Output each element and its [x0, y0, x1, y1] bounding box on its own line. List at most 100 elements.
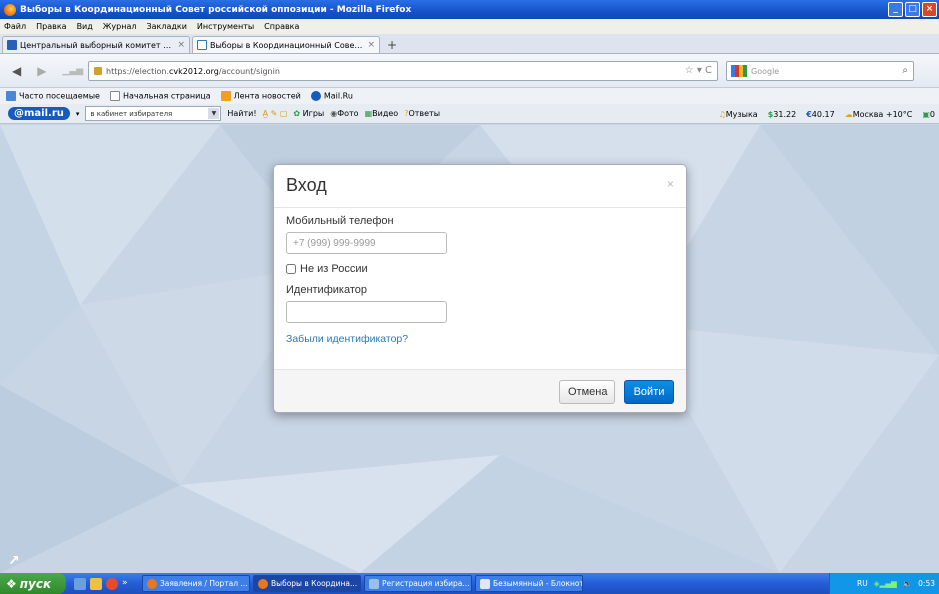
- bookmark-mailru[interactable]: Mail.Ru: [310, 91, 353, 101]
- maximize-icon[interactable]: □: [905, 2, 920, 17]
- menu-view[interactable]: Вид: [77, 22, 93, 31]
- tab-cvk[interactable]: Центральный выборный комитет выб... ×: [2, 36, 190, 53]
- toolbar-link-answers[interactable]: ?Ответы: [404, 109, 440, 118]
- tab-elections[interactable]: Выборы в Координационный Совет ро... ×: [192, 36, 380, 53]
- expand-arrow-icon[interactable]: ↗: [8, 553, 20, 569]
- bookmark-most-visited[interactable]: Часто посещаемые: [6, 91, 100, 101]
- page-icon: [109, 91, 120, 101]
- network-icon[interactable]: ◈▂▄▆: [874, 579, 897, 588]
- reload-icon[interactable]: ☆ ▾ C: [685, 65, 712, 76]
- mailru-informers: ♫Музыка $31.22 €40.17 ☁Москва +10°C ▣0: [719, 104, 935, 124]
- tab-label: Центральный выборный комитет выб...: [20, 40, 175, 50]
- toolbar-link-games[interactable]: ✿ Игры: [293, 109, 324, 118]
- firefox-icon: [147, 578, 157, 589]
- highlight-icon[interactable]: A̲ ✎ ▢: [263, 109, 288, 118]
- cvk-favicon-icon: [7, 40, 17, 50]
- url-host: https://election.: [106, 66, 170, 76]
- search-value: в кабинет избирателя: [90, 109, 173, 118]
- desktop-icon[interactable]: [74, 577, 86, 590]
- mailru-logo[interactable]: @mail.ru: [8, 107, 70, 120]
- bookmark-icon: [6, 91, 16, 101]
- task-label: Заявления / Портал ...: [160, 579, 248, 588]
- mailru-search-input[interactable]: в кабинет избирателя ▼: [85, 106, 222, 121]
- navigation-bar: ◀ ▶ ▁▃▅ https://election. cvk2012.org/acc…: [0, 54, 939, 88]
- music-link[interactable]: ♫Музыка: [719, 110, 758, 119]
- window-titlebar: Выборы в Координационный Совет российско…: [0, 0, 939, 19]
- toolbar-link-video[interactable]: ▦Видео: [365, 109, 399, 118]
- modal-body: Мобильный телефон Не из России Идентифик…: [286, 215, 676, 345]
- menu-help[interactable]: Справка: [264, 22, 299, 31]
- browser-icon[interactable]: [106, 577, 118, 590]
- modal-header: Вход ×: [274, 165, 686, 208]
- notepad-icon: [480, 578, 490, 589]
- tab-close-icon[interactable]: ×: [177, 40, 185, 50]
- taskbar: ❖ пуск » Заявления / Портал ... Выборы в…: [0, 573, 939, 594]
- task-elections[interactable]: Выборы в Координа...: [253, 575, 361, 592]
- eur-rate[interactable]: €40.17: [806, 110, 834, 119]
- menu-tools[interactable]: Инструменты: [197, 22, 254, 31]
- chevron-down-icon[interactable]: ▼: [208, 108, 220, 119]
- windows-logo-icon: ❖: [6, 576, 17, 591]
- bookmark-start-page[interactable]: Начальная страница: [109, 91, 211, 101]
- page-content: Вход × Мобильный телефон Не из России Ид…: [0, 125, 939, 573]
- search-placeholder: Google: [751, 66, 780, 76]
- language-indicator[interactable]: RU: [857, 579, 868, 588]
- not-russia-label[interactable]: Не из России: [300, 263, 368, 275]
- identifier-label: Идентификатор: [286, 284, 367, 296]
- url-bar[interactable]: https://election. cvk2012.org/account/sig…: [88, 61, 718, 81]
- checkbox-favicon-icon: [197, 40, 207, 50]
- chevron-right-icon[interactable]: »: [122, 578, 134, 590]
- not-russia-checkbox[interactable]: [286, 264, 296, 274]
- phone-input[interactable]: [286, 232, 447, 254]
- toolbar-link-photo[interactable]: ◉Фото: [330, 109, 358, 118]
- music-icon: ♫: [718, 109, 726, 119]
- submit-button[interactable]: Войти: [624, 380, 674, 404]
- new-tab-button[interactable]: +: [382, 36, 402, 53]
- cancel-button[interactable]: Отмена: [559, 380, 615, 404]
- menu-edit[interactable]: Правка: [36, 22, 66, 31]
- menu-history[interactable]: Журнал: [103, 22, 137, 31]
- task-label: Регистрация избира...: [382, 579, 470, 588]
- clock[interactable]: 0:53: [918, 579, 935, 588]
- quick-launch: »: [66, 577, 142, 590]
- weather-link[interactable]: ☁Москва +10°C: [845, 110, 913, 119]
- tab-label: Выборы в Координационный Совет ро...: [210, 40, 365, 50]
- url-domain: cvk2012.org: [169, 66, 219, 76]
- modal-title: Вход: [286, 175, 327, 195]
- start-label: пуск: [19, 576, 52, 591]
- menu-file[interactable]: Файл: [4, 22, 26, 31]
- find-button[interactable]: Найти!: [227, 109, 256, 118]
- task-label: Безымянный - Блокнот: [493, 579, 583, 588]
- back-icon[interactable]: ◀: [12, 64, 21, 78]
- start-button[interactable]: ❖ пуск: [0, 573, 66, 594]
- video-icon: ▦: [364, 109, 373, 118]
- search-icon[interactable]: ⌕: [902, 65, 908, 76]
- task-label: Выборы в Координа...: [271, 579, 358, 588]
- close-icon[interactable]: ×: [667, 177, 674, 191]
- dropdown-icon[interactable]: ▾: [76, 110, 80, 118]
- task-registration[interactable]: Регистрация избира...: [364, 575, 472, 592]
- tab-close-icon[interactable]: ×: [367, 40, 375, 50]
- menu-bookmarks[interactable]: Закладки: [146, 22, 186, 31]
- task-notepad[interactable]: Безымянный - Блокнот: [475, 575, 583, 592]
- close-window-icon[interactable]: ×: [922, 2, 937, 17]
- usd-rate[interactable]: $31.22: [768, 110, 796, 119]
- bookmark-news-feed[interactable]: Лента новостей: [220, 91, 301, 101]
- window-controls: _ □ ×: [888, 2, 937, 17]
- folder-icon[interactable]: [90, 577, 102, 590]
- rss-icon: [220, 91, 231, 101]
- system-tray: RU ◈▂▄▆ 🔈 0:53: [829, 573, 939, 594]
- task-portal[interactable]: Заявления / Портал ...: [142, 575, 250, 592]
- volume-icon[interactable]: 🔈: [903, 579, 912, 588]
- forward-icon[interactable]: ▶: [37, 64, 46, 78]
- traffic-count[interactable]: ▣0: [922, 110, 935, 119]
- minimize-icon[interactable]: _: [888, 2, 903, 17]
- identifier-input[interactable]: [286, 301, 447, 323]
- phone-label: Мобильный телефон: [286, 215, 394, 227]
- lock-icon: [94, 67, 102, 75]
- forgot-identifier-link[interactable]: Забыли идентификатор?: [286, 333, 676, 345]
- search-box[interactable]: Google ⌕: [726, 61, 914, 81]
- bookmarks-bar: Часто посещаемые Начальная страница Лент…: [0, 88, 939, 104]
- firefox-icon: [258, 578, 268, 589]
- window-icon: [369, 578, 379, 589]
